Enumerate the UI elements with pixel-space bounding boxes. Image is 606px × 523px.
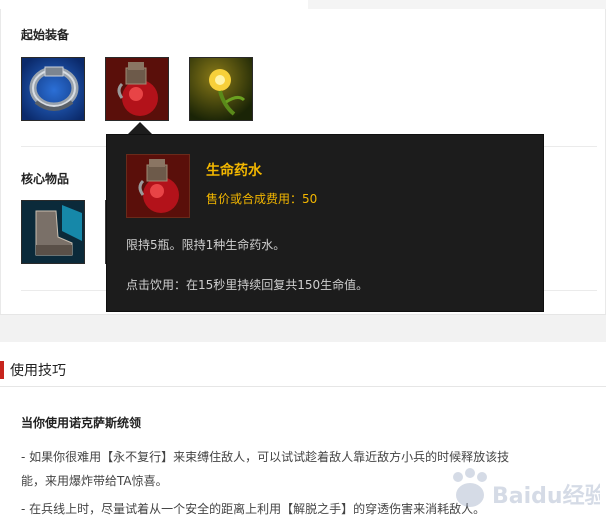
tooltip-active-effect: 点击饮用：在15秒里持续回复共150生命值。 <box>126 278 369 292</box>
ward-icon[interactable] <box>189 57 253 121</box>
top-strip <box>0 0 606 9</box>
section-gap <box>0 314 606 342</box>
panel-left-border <box>0 9 1 314</box>
baidu-watermark-logo: Baidu经验 <box>440 463 606 519</box>
tips-subtitle: 当你使用诺克萨斯统领 <box>21 416 142 430</box>
svg-text:Baidu经验: Baidu经验 <box>492 483 600 509</box>
core-items-title: 核心物品 <box>21 172 70 186</box>
tips-header: 使用技巧 <box>0 355 606 387</box>
potion-icon[interactable] <box>105 57 169 121</box>
tooltip-arrow <box>128 122 152 134</box>
ring-icon[interactable] <box>21 57 85 121</box>
tooltip-description: 限持5瓶。限持1种生命药水。 <box>126 238 286 252</box>
divider <box>0 386 606 387</box>
tooltip-item-name: 生命药水 <box>206 163 262 179</box>
tips-title: 使用技巧 <box>10 363 66 379</box>
potion-icon <box>126 154 190 218</box>
boots-icon[interactable] <box>21 200 85 264</box>
item-tooltip: 生命药水 售价或合成费用：50 限持5瓶。限持1种生命药水。 点击饮用：在15秒… <box>106 134 544 312</box>
tooltip-item-price: 售价或合成费用：50 <box>206 192 318 206</box>
accent-bar <box>0 361 4 379</box>
starting-items-title: 起始装备 <box>21 28 70 42</box>
